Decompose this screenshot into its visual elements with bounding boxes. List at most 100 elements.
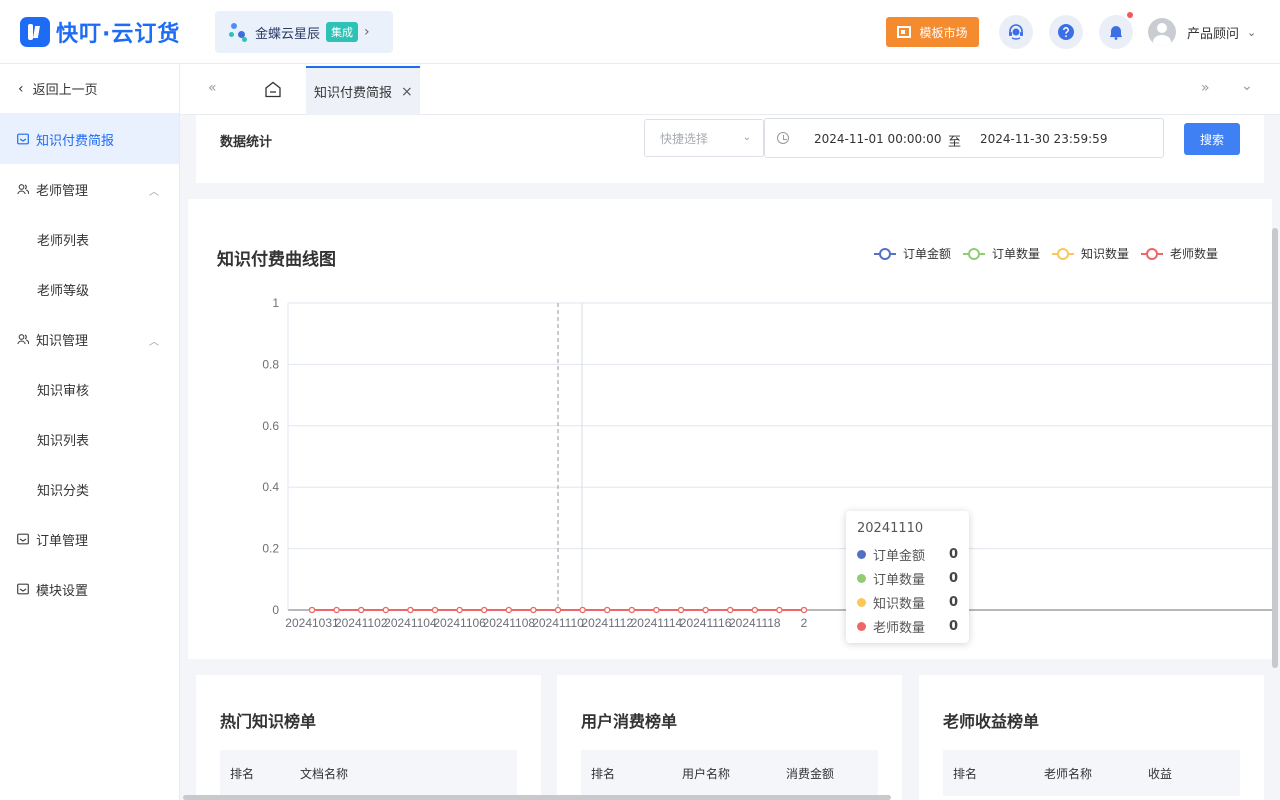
sidebar-group-teacher[interactable]: 老师管理 ︿ [0, 164, 179, 214]
legend-marker [879, 248, 891, 260]
tooltip-row: 订单数量 0 [857, 566, 958, 590]
help-icon [1058, 24, 1074, 40]
series-point [456, 606, 463, 614]
search-button[interactable]: 搜索 [1184, 123, 1240, 155]
ranking-title: 热门知识榜单 [220, 712, 317, 731]
date-range-picker[interactable]: 2024-11-01 00:00:00 至 2024-11-30 23:59:5… [764, 118, 1164, 158]
sidebar-item-knowledge-list[interactable]: 知识列表 [0, 414, 179, 464]
back-button[interactable]: ‹ 返回上一页 [0, 64, 179, 114]
ranking-table-header: 排名 老师名称 收益 [943, 750, 1240, 796]
series-point [800, 606, 808, 614]
sidebar-item-teacher-level[interactable]: 老师等级 [0, 264, 179, 314]
user-spending-ranking-card: 用户消费榜单 排名 用户名称 消费金额 [557, 675, 902, 800]
y-tick-label: 1 [272, 296, 279, 310]
filter-title: 数据统计 [220, 135, 273, 150]
inbox-icon [17, 133, 29, 145]
tooltip-row: 老师数量 0 [857, 614, 958, 638]
app-title: 快叮·云订货 [56, 22, 181, 47]
chevron-right-icon: › [364, 24, 370, 40]
back-label: 返回上一页 [32, 83, 98, 98]
x-tick-label: 20241118 [729, 616, 781, 630]
legend-label: 订单数量 [992, 246, 1040, 261]
tooltip-row: 订单金额 0 [857, 542, 958, 566]
date-start-input[interactable]: 2024-11-01 00:00:00 [814, 132, 941, 146]
sidebar-item-label: 知识分类 [37, 483, 90, 499]
series-point [677, 606, 685, 614]
ranking-table-header: 排名 用户名称 消费金额 [581, 750, 878, 796]
series-point [333, 606, 340, 614]
series-point [727, 606, 734, 614]
sidebar-item-knowledge-review[interactable]: 知识审核 [0, 364, 179, 414]
chevron-up-icon: ︿ [149, 337, 159, 348]
notifications-button[interactable] [1099, 12, 1133, 49]
app-logo[interactable]: 快叮·云订货 [20, 16, 180, 48]
tab-scroll-right-icon[interactable]: » [1201, 80, 1210, 96]
column-header: 收益 [1148, 767, 1173, 781]
chevron-left-icon: ‹ [18, 80, 24, 97]
sidebar-item-brief[interactable]: 知识付费简报 [0, 114, 179, 164]
clock-icon [777, 132, 789, 144]
horizontal-scrollbar[interactable] [183, 795, 891, 800]
vertical-scrollbar[interactable] [1272, 228, 1278, 668]
series-dot-icon [857, 549, 866, 559]
sidebar-item-label: 老师等级 [37, 283, 90, 299]
chart-card: 知识付费曲线图 0 0.2 0.4 0.6 0.8 1 20241031 20241102 20… [188, 199, 1272, 659]
series-point [751, 606, 758, 614]
tab-label: 知识付费简报 [314, 86, 393, 101]
line-chart[interactable]: 00.20.40.60.8120241031202411022024110420… [188, 199, 1272, 659]
column-header: 排名 [230, 767, 255, 781]
teacher-earnings-ranking-card: 老师收益榜单 排名 老师名称 收益 [919, 675, 1264, 800]
tooltip-series-name: 订单数量 [873, 572, 926, 588]
y-tick-label: 0.2 [262, 542, 279, 556]
close-icon[interactable]: × [401, 84, 413, 100]
x-tick-label: 2 [801, 616, 808, 630]
quick-select-dropdown[interactable]: 快捷选择 ⌄ [644, 119, 764, 157]
sidebar-item-teacher-list[interactable]: 老师列表 [0, 214, 179, 264]
user-menu[interactable]: 产品顾问 ⌄ [1148, 18, 1256, 46]
help-button[interactable] [1049, 15, 1083, 49]
sidebar-item-module-settings[interactable]: 模块设置 [0, 564, 179, 614]
x-tick-label: 20241116 [680, 616, 732, 630]
tab-menu-chevron-down-icon[interactable]: ⌄ [1241, 78, 1253, 94]
x-tick-label: 20241114 [631, 616, 683, 630]
sidebar-item-knowledge-category[interactable]: 知识分类 [0, 464, 179, 514]
filter-card: 数据统计 快捷选择 ⌄ 2024-11-01 00:00:00 至 2024-1… [196, 115, 1264, 183]
date-separator: 至 [948, 135, 962, 150]
x-tick-label: 20241108 [483, 616, 536, 630]
user-name: 产品顾问 [1187, 26, 1240, 42]
notification-dot [1127, 12, 1133, 18]
tooltip-series-value: 0 [948, 618, 958, 634]
tab-scroll-left-icon[interactable]: « [208, 80, 217, 96]
series-point [554, 606, 562, 614]
column-header: 排名 [953, 767, 978, 781]
tooltip-series-value: 0 [948, 594, 958, 610]
ranking-title: 老师收益榜单 [943, 712, 1040, 731]
x-tick-label: 20241031 [285, 616, 339, 630]
sidebar-group-knowledge[interactable]: 知识管理 ︿ [0, 314, 179, 364]
x-tick-label: 20241110 [532, 616, 584, 630]
template-market-button[interactable]: 模板市场 [886, 17, 979, 47]
tooltip-row: 知识数量 0 [857, 590, 958, 614]
series-point [308, 606, 316, 614]
tab-brief[interactable]: 知识付费简报 × [306, 66, 420, 115]
legend-label: 知识数量 [1081, 246, 1129, 261]
customer-service-button[interactable] [999, 15, 1033, 49]
x-tick-label: 20241106 [433, 616, 486, 630]
hot-knowledge-ranking-card: 热门知识榜单 排名 文档名称 [196, 675, 541, 800]
template-market-label: 模板市场 [919, 25, 968, 40]
sidebar-item-label: 知识管理 [36, 333, 89, 349]
y-tick-label: 0.8 [262, 357, 279, 371]
tooltip-series-name: 订单金额 [873, 548, 926, 564]
date-end-input[interactable]: 2024-11-30 23:59:59 [980, 132, 1107, 146]
column-header: 排名 [591, 767, 616, 781]
series-point [407, 606, 414, 614]
series-point [776, 606, 783, 614]
headset-icon [1009, 24, 1023, 40]
column-header: 文档名称 [300, 767, 349, 781]
sidebar-item-orders[interactable]: 订单管理 [0, 514, 179, 564]
home-tab-icon[interactable] [264, 81, 282, 98]
sidebar-item-label: 老师列表 [37, 233, 90, 249]
kingdee-integration-button[interactable]: 金蝶云星辰 集成 › [215, 11, 393, 53]
series-point [702, 606, 709, 614]
kingdee-label: 金蝶云星辰 [255, 26, 321, 42]
